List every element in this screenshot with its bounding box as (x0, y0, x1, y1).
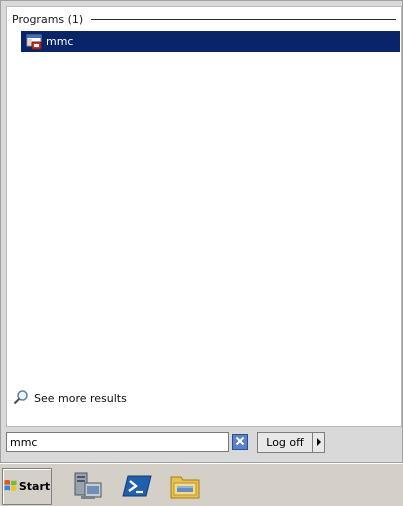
taskbar: Start (0, 463, 403, 506)
program-label: mmc (46, 35, 74, 48)
chevron-right-icon (316, 436, 322, 449)
powershell-icon[interactable] (121, 471, 153, 501)
start-label: Start (18, 480, 51, 493)
windows-explorer-icon[interactable] (169, 471, 201, 501)
programs-group-title: Programs (1) (12, 12, 84, 26)
search-results-pane: Programs (1) mmc See more results (6, 6, 402, 427)
start-menu: Programs (1) mmc See more results mmc Lo… (0, 0, 403, 463)
programs-group-header: Programs (1) (12, 12, 396, 26)
shutdown-options-button[interactable] (313, 432, 325, 453)
close-icon (235, 436, 245, 449)
see-more-label: See more results (34, 392, 127, 405)
clear-search-button[interactable] (232, 434, 248, 450)
see-more-results-link[interactable]: See more results (13, 389, 127, 408)
server-manager-icon[interactable] (72, 471, 104, 501)
search-icon (13, 389, 29, 408)
search-input[interactable] (6, 432, 229, 452)
program-item-mmc[interactable]: mmc (21, 31, 400, 52)
log-off-button[interactable]: Log off (257, 432, 313, 453)
mmc-console-icon (26, 34, 42, 50)
start-button[interactable]: Start (2, 468, 52, 505)
group-divider (91, 19, 396, 20)
windows-logo-icon (4, 479, 17, 495)
log-off-label: Log off (266, 436, 304, 449)
